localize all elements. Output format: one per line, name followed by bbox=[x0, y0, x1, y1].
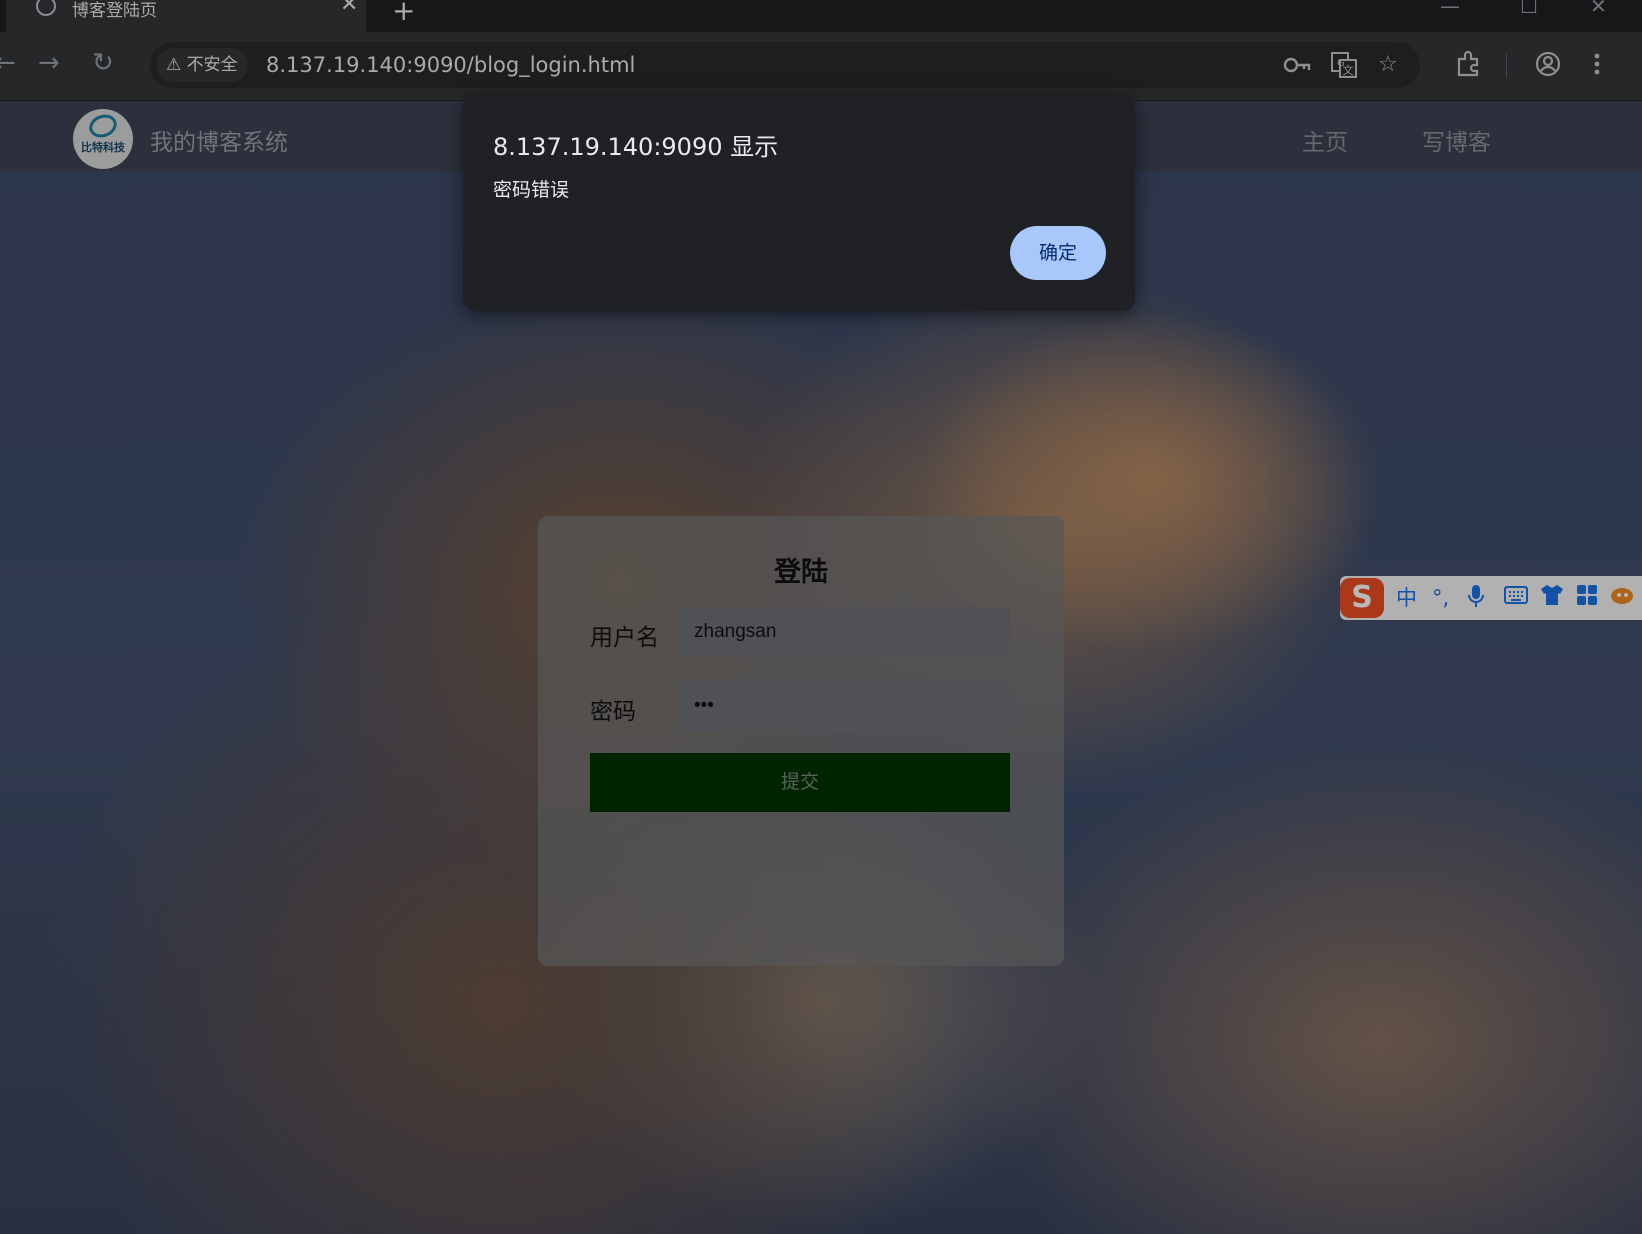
dialog-message: 密码错误 bbox=[493, 179, 570, 201]
alert-dialog: 8.137.19.140:9090 显示 密码错误 确定 bbox=[463, 95, 1135, 311]
dialog-title: 8.137.19.140:9090 显示 bbox=[493, 133, 779, 161]
dialog-ok-button[interactable]: 确定 bbox=[1010, 226, 1106, 280]
